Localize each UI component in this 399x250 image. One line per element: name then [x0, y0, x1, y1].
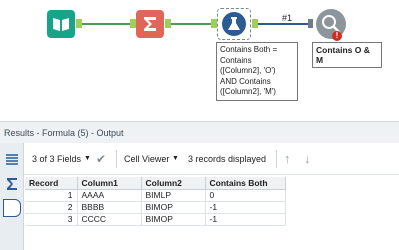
connection-line [171, 23, 216, 25]
record-cell: 3 [25, 213, 78, 226]
data-cell[interactable]: CCCC [77, 213, 142, 226]
toolbar-divider [276, 150, 277, 168]
input-anchor[interactable] [308, 19, 313, 28]
data-cell[interactable]: BBBB [77, 201, 142, 214]
data-cell[interactable]: -1 [205, 213, 286, 226]
data-cell[interactable]: AAAA [77, 189, 142, 202]
data-cell[interactable]: BIMOP [141, 201, 206, 214]
data-cell[interactable]: BIMOP [141, 213, 206, 226]
results-panel-title: Results - Formula (5) - Output [0, 121, 399, 143]
flask-icon [222, 12, 246, 36]
fields-dropdown-icon[interactable]: ▼ [84, 155, 91, 162]
arrow-up-icon[interactable]: ↑ [284, 151, 291, 166]
book-icon [53, 18, 69, 31]
table-row[interactable]: 2 BBBB BIMOP -1 [25, 201, 286, 214]
sigma-view-icon[interactable] [3, 175, 21, 193]
cell-viewer-button[interactable]: Cell Viewer [124, 154, 169, 164]
workflow-canvas[interactable]: #1 ! Contains Both = Contains ([Column2]… [0, 0, 399, 118]
summarize-tool[interactable] [136, 10, 164, 38]
browse-tool-label: Contains O & M [312, 42, 382, 68]
arrow-down-icon[interactable]: ↓ [304, 151, 311, 166]
record-cell: 2 [25, 201, 78, 214]
results-toolbar: 3 of 3 Fields ▼ ✔ Cell Viewer ▼ 3 record… [24, 143, 399, 175]
apply-checkmark-icon[interactable]: ✔ [96, 152, 106, 166]
column-header-column1[interactable]: Column1 [77, 177, 142, 190]
record-cell: 1 [25, 189, 78, 202]
document-view-icon[interactable] [3, 199, 21, 217]
fields-selector[interactable]: 3 of 3 Fields [32, 154, 81, 164]
data-cell[interactable]: -1 [205, 201, 286, 214]
formula-tool[interactable] [217, 8, 251, 40]
connection-label: #1 [282, 13, 293, 23]
column-header-contains-both[interactable]: Contains Both [205, 177, 286, 190]
column-header-record[interactable]: Record [25, 177, 78, 190]
error-icon: ! [332, 31, 342, 41]
results-grid: Record Column1 Column2 Contains Both 1 A… [25, 177, 286, 226]
connection-line [82, 23, 135, 25]
results-sidebar [0, 143, 24, 250]
data-cell[interactable]: BIMLP [141, 189, 206, 202]
table-view-icon[interactable] [3, 151, 21, 169]
input-data-tool[interactable] [47, 10, 75, 38]
records-summary: 3 records displayed [188, 154, 267, 164]
toolbar-divider [116, 150, 117, 168]
formula-expression-label: Contains Both = Contains ([Column2], 'O'… [216, 42, 298, 101]
table-row[interactable]: 1 AAAA BIMLP 0 [25, 189, 286, 202]
data-cell[interactable]: 0 [205, 189, 286, 202]
table-row[interactable]: 3 CCCC BIMOP -1 [25, 213, 286, 226]
cell-viewer-dropdown-icon[interactable]: ▼ [172, 155, 179, 162]
column-header-column2[interactable]: Column2 [141, 177, 206, 190]
sigma-icon [144, 17, 156, 31]
connection-line [258, 23, 308, 25]
